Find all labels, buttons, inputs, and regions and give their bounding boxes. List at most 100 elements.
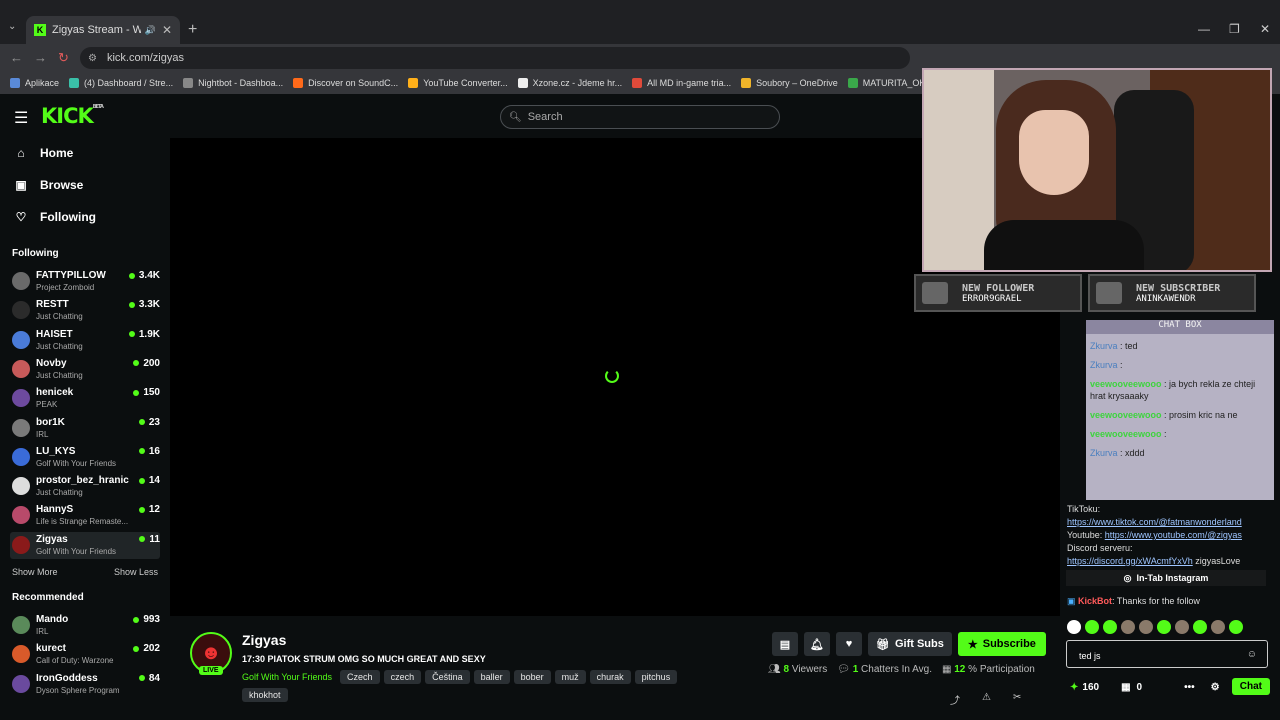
emote-icon[interactable] xyxy=(1103,620,1117,634)
intab-instagram-button[interactable]: ◎ In-Tab Instagram xyxy=(1066,570,1266,586)
minimize-icon[interactable]: — xyxy=(1198,22,1210,36)
emote-icon[interactable] xyxy=(1211,620,1225,634)
bookmark-item[interactable]: YouTube Converter... xyxy=(408,78,508,88)
emote-icon[interactable] xyxy=(1229,620,1243,634)
report-icon[interactable]: ⚠ xyxy=(982,692,991,707)
nav-following[interactable]: ♡ Following xyxy=(14,210,96,224)
channel-item[interactable]: IronGoddess Dyson Sphere Program 84 xyxy=(10,671,160,698)
channel-category: Call of Duty: Warzone xyxy=(36,656,114,666)
nav-browse[interactable]: ▣ Browse xyxy=(14,178,83,192)
viewer-count: 3.3K xyxy=(128,299,160,310)
channel-item[interactable]: HAISET Just Chatting 1.9K xyxy=(10,327,160,354)
bookmark-item[interactable]: Discover on SoundC... xyxy=(293,78,398,88)
channel-item[interactable]: LU_KYS Golf With Your Friends 16 xyxy=(10,444,160,471)
dashboard-icon xyxy=(69,78,80,88)
bookmark-item[interactable]: Soubory – OneDrive xyxy=(741,78,838,88)
emote-icon[interactable] xyxy=(1139,620,1153,634)
follow-button[interactable]: ♥ xyxy=(836,632,862,656)
reload-icon[interactable]: ↻ xyxy=(58,50,69,66)
streamer-name[interactable]: Zigyas xyxy=(242,632,286,648)
new-follower-alert: NEW FOLLOWER ERROR9GRAEL xyxy=(914,274,1082,312)
search-input[interactable]: 🔍︎ Search xyxy=(500,105,780,129)
share-icon[interactable]: ⤴ xyxy=(950,692,960,707)
overlay-chat-user: veewooveewooo xyxy=(1090,379,1162,389)
chat-username[interactable]: KickBot xyxy=(1078,596,1112,606)
channel-item[interactable]: prostor_bez_hranic Just Chatting 14 xyxy=(10,473,160,500)
tag[interactable]: churak xyxy=(589,670,631,684)
bookmark-item[interactable]: Xzone.cz - Jdeme hr... xyxy=(517,78,622,88)
clip-icon[interactable]: ✂ xyxy=(1013,692,1021,707)
viewers-stat: 👥︎ 8 Viewers xyxy=(768,664,828,675)
chat-input[interactable]: ted js ☺ xyxy=(1066,640,1268,668)
browser-tab[interactable]: K Zigyas Stream - Watch Live 🔊 ✕ xyxy=(26,16,180,44)
channel-item[interactable]: FATTYPILLOW Project Zomboid 3.4K xyxy=(10,268,160,295)
stream-category-link[interactable]: Golf With Your Friends xyxy=(242,672,332,682)
stream-actions: ▤ 🔔︎ ♥ 🎁︎ Gift Subs ★ Subscribe xyxy=(772,632,1046,656)
new-tab-button[interactable]: + xyxy=(188,21,197,39)
channel-item[interactable]: henicek PEAK 150 xyxy=(10,385,160,412)
emote-icon[interactable] xyxy=(1067,620,1081,634)
emote-icon[interactable] xyxy=(1175,620,1189,634)
channel-item[interactable]: bor1K IRL 23 xyxy=(10,415,160,442)
forward-icon[interactable]: → xyxy=(34,50,47,65)
tag[interactable]: pitchus xyxy=(634,670,678,684)
channel-item[interactable]: HannyS Life is Strange Remaste... 12 xyxy=(10,502,160,529)
subscribe-button[interactable]: ★ Subscribe xyxy=(957,632,1046,656)
bookmark-item[interactable]: (4) Dashboard / Stre... xyxy=(69,78,173,88)
gift-subs-button[interactable]: 🎁︎ Gift Subs xyxy=(868,632,952,656)
recommended-title: Recommended xyxy=(12,592,84,603)
show-more-link[interactable]: Show More xyxy=(12,567,58,577)
show-less-link[interactable]: Show Less xyxy=(114,567,158,577)
close-window-icon[interactable]: ✕ xyxy=(1260,22,1270,36)
search-icon: 🔍︎ xyxy=(509,111,522,123)
tiktok-link[interactable]: https://www.tiktok.com/@fatmanwonderland xyxy=(1067,517,1242,527)
tag[interactable]: khokhot xyxy=(242,688,288,702)
tag[interactable]: bober xyxy=(513,670,551,684)
emote-icon[interactable] xyxy=(1121,620,1135,634)
address-bar[interactable]: ⚙ kick.com/zigyas xyxy=(80,47,910,69)
live-dot-icon xyxy=(128,331,135,338)
viewer-count: 11 xyxy=(139,534,160,545)
emote-icon[interactable] xyxy=(1085,620,1099,634)
site-info-icon[interactable]: ⚙ xyxy=(88,53,97,64)
back-icon[interactable]: ← xyxy=(10,50,23,65)
tag[interactable]: baller xyxy=(473,670,510,684)
kick-logo[interactable]: KICKBETA xyxy=(41,104,104,128)
tab-title: Zigyas Stream - Watch Live xyxy=(52,24,141,36)
chat-send-button[interactable]: Chat xyxy=(1231,678,1270,695)
tag[interactable]: muž xyxy=(554,670,586,684)
more-icon[interactable]: ••• xyxy=(1184,682,1195,693)
emote-icon[interactable] xyxy=(1193,620,1207,634)
emote-menu-icon[interactable]: ☺ xyxy=(1247,649,1257,660)
menu-icon[interactable]: ☰ xyxy=(14,108,28,128)
stream-stats: 👥︎ 8 Viewers 💬︎ 1 Chatters In Avg. ▦ 12 … xyxy=(768,664,1035,675)
channel-item[interactable]: kurect Call of Duty: Warzone 202 xyxy=(10,641,160,668)
close-tab-icon[interactable]: ✕ xyxy=(162,23,172,37)
tag[interactable]: Čeština xyxy=(425,670,470,684)
maximize-icon[interactable]: ❐ xyxy=(1229,22,1240,36)
bookmark-item[interactable]: Nightbot - Dashboa... xyxy=(183,78,283,88)
channel-item[interactable]: Mando IRL 993 xyxy=(10,612,160,639)
theater-mode-button[interactable]: ▤ xyxy=(772,632,798,656)
channel-item[interactable]: Novby Just Chatting 200 xyxy=(10,356,160,383)
tag[interactable]: czech xyxy=(383,670,422,684)
channel-item[interactable]: RESTT Just Chatting 3.3K xyxy=(10,297,160,324)
channel-item[interactable]: Zigyas Golf With Your Friends 11 xyxy=(10,531,160,559)
points-count[interactable]: 160 xyxy=(1082,682,1099,693)
speaker-icon[interactable]: 🔊 xyxy=(145,25,156,36)
tag[interactable]: Czech xyxy=(340,670,380,684)
viewer-count: 16 xyxy=(138,446,160,457)
store-icon[interactable]: ▦ xyxy=(1121,682,1130,693)
notifications-button[interactable]: 🔔︎ xyxy=(804,632,830,656)
settings-icon[interactable]: ⚙ xyxy=(1211,682,1220,693)
live-dot-icon xyxy=(133,645,140,652)
discord-link[interactable]: https://discord.gg/xWAcmfYxVh xyxy=(1067,556,1193,566)
youtube-link[interactable]: https://www.youtube.com/@zigyas xyxy=(1105,530,1242,540)
users-icon: 👥︎ xyxy=(768,664,784,675)
bookmark-item[interactable]: All MD in-game tria... xyxy=(632,78,731,88)
bookmark-item[interactable]: Aplikace xyxy=(10,78,59,88)
tab-search-icon[interactable]: ⌄ xyxy=(8,21,16,32)
nav-home[interactable]: ⌂ Home xyxy=(14,146,73,160)
channel-category: Just Chatting xyxy=(36,341,83,351)
emote-icon[interactable] xyxy=(1157,620,1171,634)
